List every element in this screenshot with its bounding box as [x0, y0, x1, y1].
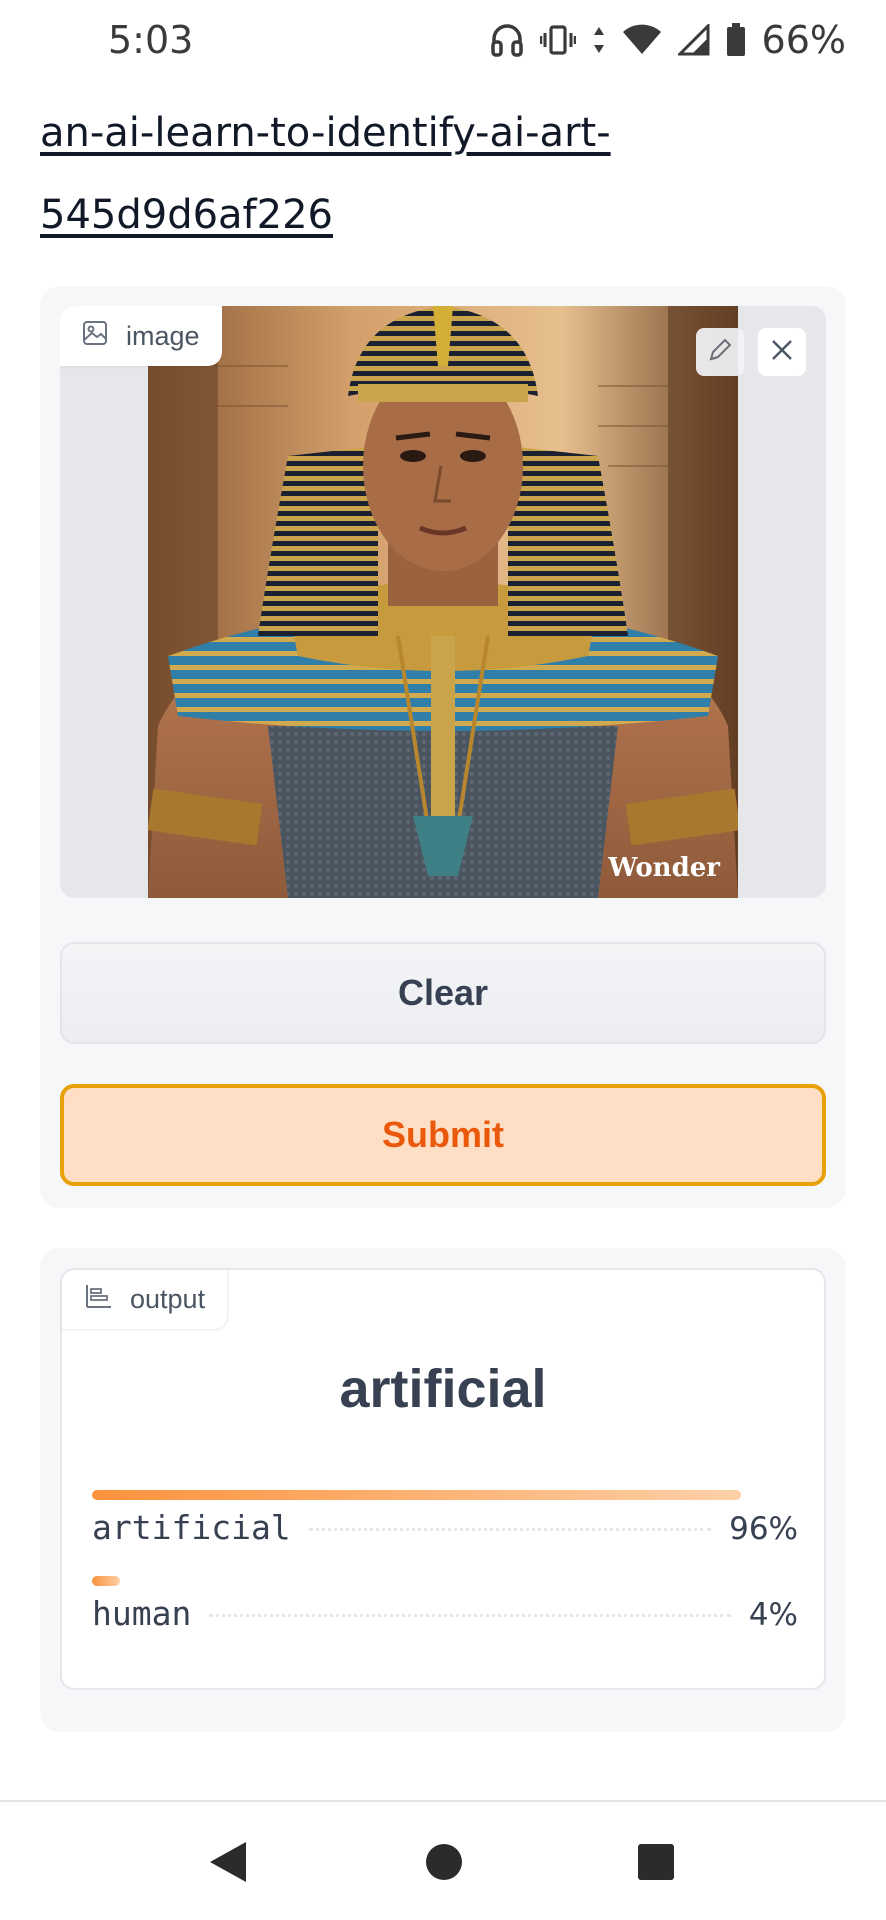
- recents-square-icon: [636, 1844, 676, 1888]
- confidence-line: human 4%: [92, 1594, 798, 1633]
- confidence-bar: [92, 1576, 120, 1586]
- remove-image-button[interactable]: [758, 328, 806, 376]
- clear-button[interactable]: Clear: [60, 942, 826, 1044]
- image-icon: [82, 320, 108, 353]
- battery-icon: [726, 23, 746, 57]
- confidence-label: human: [92, 1594, 192, 1633]
- dotted-leader: [308, 1528, 712, 1531]
- cell-signal-icon: [677, 24, 710, 56]
- image-label-tag: image: [60, 306, 222, 366]
- submit-button[interactable]: Submit: [60, 1084, 826, 1186]
- predicted-label: artificial: [339, 1359, 547, 1419]
- output-panel: output artificial artificial 96% human 4…: [40, 1248, 846, 1732]
- input-panel: image Wonder Clear Submit: [40, 286, 846, 1208]
- back-button[interactable]: [208, 1840, 248, 1889]
- image-upload-area[interactable]: image Wonder: [60, 306, 826, 898]
- battery-percent: 66%: [761, 18, 846, 62]
- bar-chart-icon: [84, 1283, 112, 1316]
- confidence-bar: [92, 1490, 741, 1500]
- close-icon: [769, 337, 795, 368]
- dotted-leader: [209, 1614, 731, 1617]
- vibrate-icon: [539, 24, 576, 56]
- data-arrows-icon: [592, 25, 606, 55]
- status-time: 5:03: [108, 18, 194, 62]
- output-label: output: [130, 1284, 206, 1314]
- status-bar: 5:03 66%: [0, 0, 886, 80]
- confidence-value: 96%: [729, 1511, 798, 1547]
- image-label: image: [126, 320, 200, 351]
- confidence-value: 4%: [748, 1597, 798, 1633]
- confidence-line: artificial 96%: [92, 1508, 798, 1547]
- output-box: output artificial artificial 96% human 4…: [60, 1268, 826, 1690]
- output-label-tag: output: [62, 1270, 229, 1330]
- image-watermark: Wonder: [607, 853, 720, 883]
- wifi-icon: [622, 24, 662, 56]
- android-nav-bar: [0, 1800, 886, 1920]
- home-button[interactable]: [424, 1840, 464, 1889]
- edit-image-button[interactable]: [696, 328, 744, 376]
- home-circle-icon: [424, 1844, 464, 1888]
- headphones-icon: [490, 22, 524, 58]
- confidence-bar-track: [92, 1490, 768, 1500]
- page-title-link[interactable]: an-ai-learn-to-identify-ai-art-545d9d6af…: [40, 92, 840, 256]
- back-triangle-icon: [208, 1842, 248, 1888]
- status-icons: 66%: [490, 16, 846, 64]
- uploaded-image: Wonder: [148, 306, 738, 898]
- pencil-icon: [706, 336, 734, 369]
- recents-button[interactable]: [636, 1840, 676, 1889]
- confidence-bar-track: [92, 1576, 768, 1586]
- confidence-label: artificial: [92, 1508, 291, 1547]
